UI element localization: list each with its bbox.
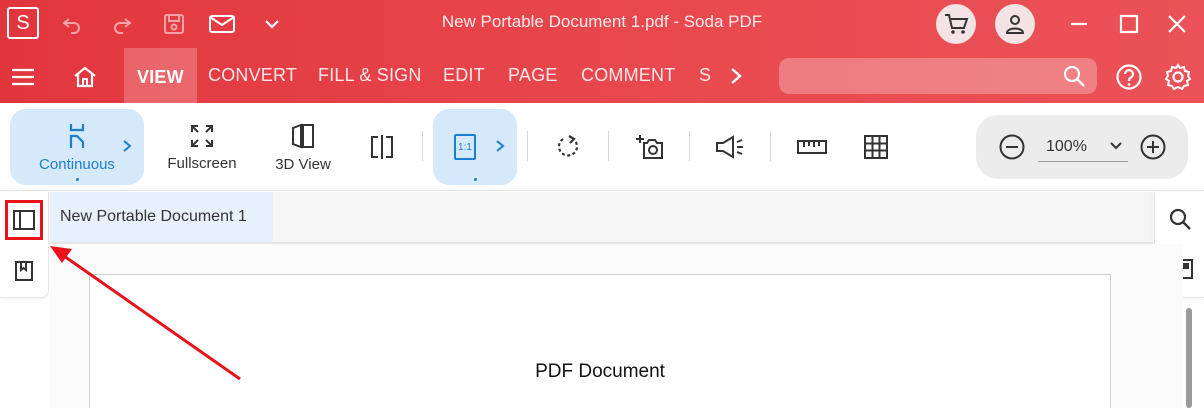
- toolbar-divider: [608, 131, 609, 161]
- chevron-down-icon[interactable]: [1108, 138, 1124, 159]
- minimize-button[interactable]: [1062, 8, 1096, 40]
- selected-indicator: [76, 178, 79, 181]
- 3d-view-icon: [292, 123, 314, 148]
- hamburger-menu-icon[interactable]: [8, 62, 38, 92]
- megaphone-icon: [716, 135, 743, 159]
- ruler-button[interactable]: [790, 109, 834, 185]
- tab-truncated[interactable]: S: [699, 48, 711, 103]
- vertical-scrollbar[interactable]: [1186, 308, 1192, 408]
- document-viewport[interactable]: PDF Document: [49, 244, 1183, 408]
- view-toolbar: Continuous Fullscreen 3D View 1:1 100%: [0, 103, 1204, 191]
- page-text: PDF Document: [535, 361, 665, 382]
- bookmark-icon[interactable]: [12, 258, 36, 284]
- continuous-icon: [69, 123, 85, 148]
- zoom-in-icon[interactable]: [1139, 133, 1167, 161]
- camera-add-icon: [636, 135, 663, 159]
- snapshot-button[interactable]: [628, 109, 672, 185]
- home-icon[interactable]: [70, 62, 100, 92]
- cart-icon[interactable]: [936, 4, 976, 44]
- actual-size-icon: 1:1: [454, 134, 476, 160]
- zoom-select[interactable]: 100%: [1038, 132, 1128, 162]
- toolbar-divider: [770, 131, 771, 161]
- tab-page[interactable]: PAGE: [508, 48, 557, 103]
- toolbar-divider: [422, 131, 423, 161]
- continuous-button[interactable]: Continuous: [10, 109, 144, 185]
- user-account-icon[interactable]: [995, 4, 1035, 44]
- zoom-control: 100%: [976, 115, 1188, 179]
- read-aloud-button[interactable]: [708, 109, 752, 185]
- tab-view[interactable]: VIEW: [124, 48, 197, 103]
- tab-fill-sign[interactable]: FILL & SIGN: [318, 48, 422, 103]
- ruler-icon: [797, 140, 827, 154]
- 3d-view-label: 3D View: [275, 155, 331, 173]
- zoom-out-icon[interactable]: [998, 133, 1026, 161]
- grid-icon: [864, 135, 888, 159]
- fullscreen-button[interactable]: Fullscreen: [158, 109, 246, 185]
- search-icon[interactable]: [1167, 206, 1193, 232]
- zoom-value-text: 100%: [1046, 137, 1087, 155]
- tab-comment[interactable]: COMMENT: [581, 48, 675, 103]
- close-button[interactable]: [1160, 8, 1194, 40]
- toolbar-divider: [689, 131, 690, 161]
- actual-size-button[interactable]: 1:1: [433, 109, 517, 185]
- toggle-panel-button[interactable]: [5, 200, 43, 240]
- maximize-button[interactable]: [1112, 8, 1146, 40]
- grid-button[interactable]: [854, 109, 898, 185]
- selected-indicator: [474, 178, 477, 181]
- split-view-icon: [371, 135, 393, 159]
- gear-icon[interactable]: [1163, 62, 1193, 92]
- fullscreen-icon: [191, 124, 213, 147]
- rotate-icon: [557, 135, 579, 157]
- tab-convert[interactable]: CONVERT: [208, 48, 297, 103]
- chevron-right-icon[interactable]: [724, 64, 748, 88]
- soda-pdf-window: S New Portable Document 1.pdf - Soda PDF: [0, 0, 1204, 408]
- toolbar-divider: [527, 131, 528, 161]
- document-tab[interactable]: New Portable Document 1: [50, 192, 273, 242]
- fullscreen-label: Fullscreen: [167, 154, 237, 172]
- left-sidebar-strip: [0, 192, 49, 298]
- side-panel-icon: [13, 210, 35, 230]
- chevron-right-icon[interactable]: [495, 139, 505, 157]
- pdf-page[interactable]: PDF Document: [89, 274, 1111, 408]
- rotate-button[interactable]: [548, 109, 588, 185]
- split-view-button[interactable]: [362, 109, 402, 185]
- document-tabs: New Portable Document 1: [49, 192, 1153, 244]
- continuous-label: Continuous: [39, 155, 115, 173]
- title-bar: S New Portable Document 1.pdf - Soda PDF: [0, 0, 1204, 48]
- search-input[interactable]: [779, 58, 1097, 94]
- menu-bar: VIEW CONVERT FILL & SIGN EDIT PAGE COMME…: [0, 48, 1204, 103]
- 3d-view-button[interactable]: 3D View: [262, 109, 344, 185]
- help-icon[interactable]: [1115, 63, 1143, 91]
- tab-edit[interactable]: EDIT: [443, 48, 485, 103]
- search-icon[interactable]: [1061, 63, 1087, 89]
- chevron-right-icon[interactable]: [122, 139, 132, 157]
